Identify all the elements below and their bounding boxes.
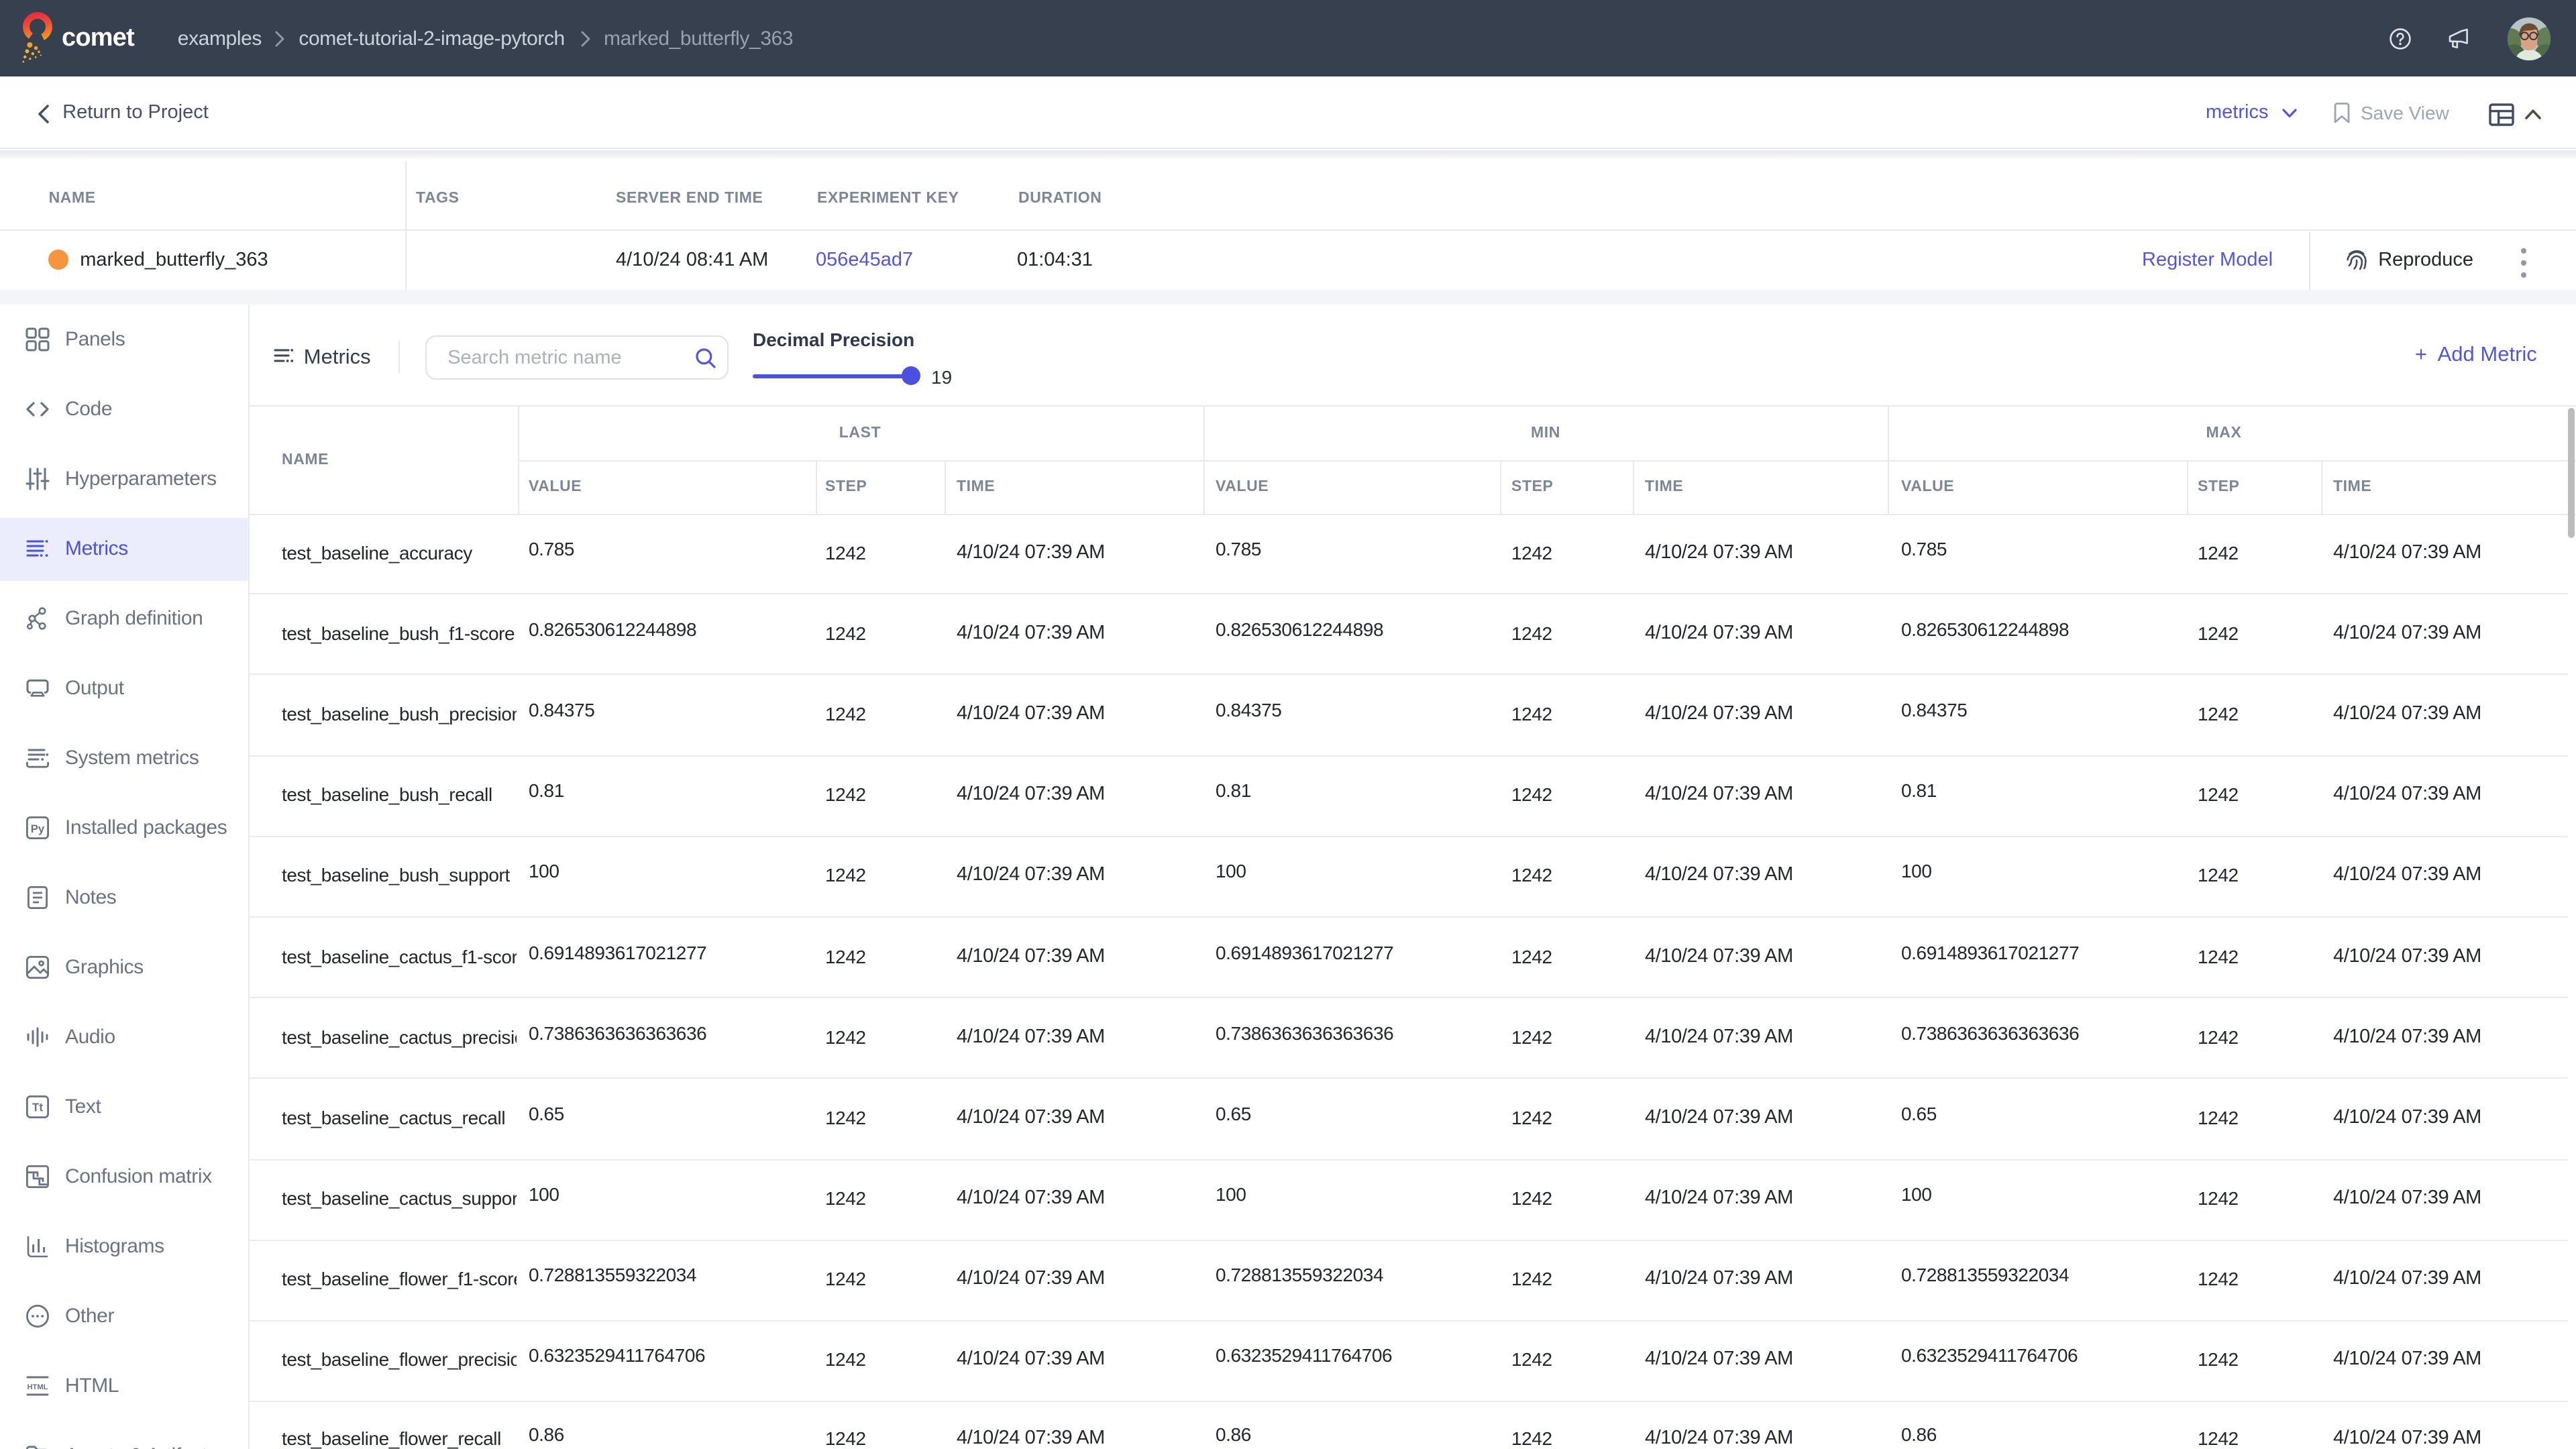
svg-text:Tt: Tt	[32, 1100, 43, 1114]
svg-text:Py: Py	[31, 822, 45, 835]
svg-text:HTML: HTML	[27, 1383, 48, 1391]
